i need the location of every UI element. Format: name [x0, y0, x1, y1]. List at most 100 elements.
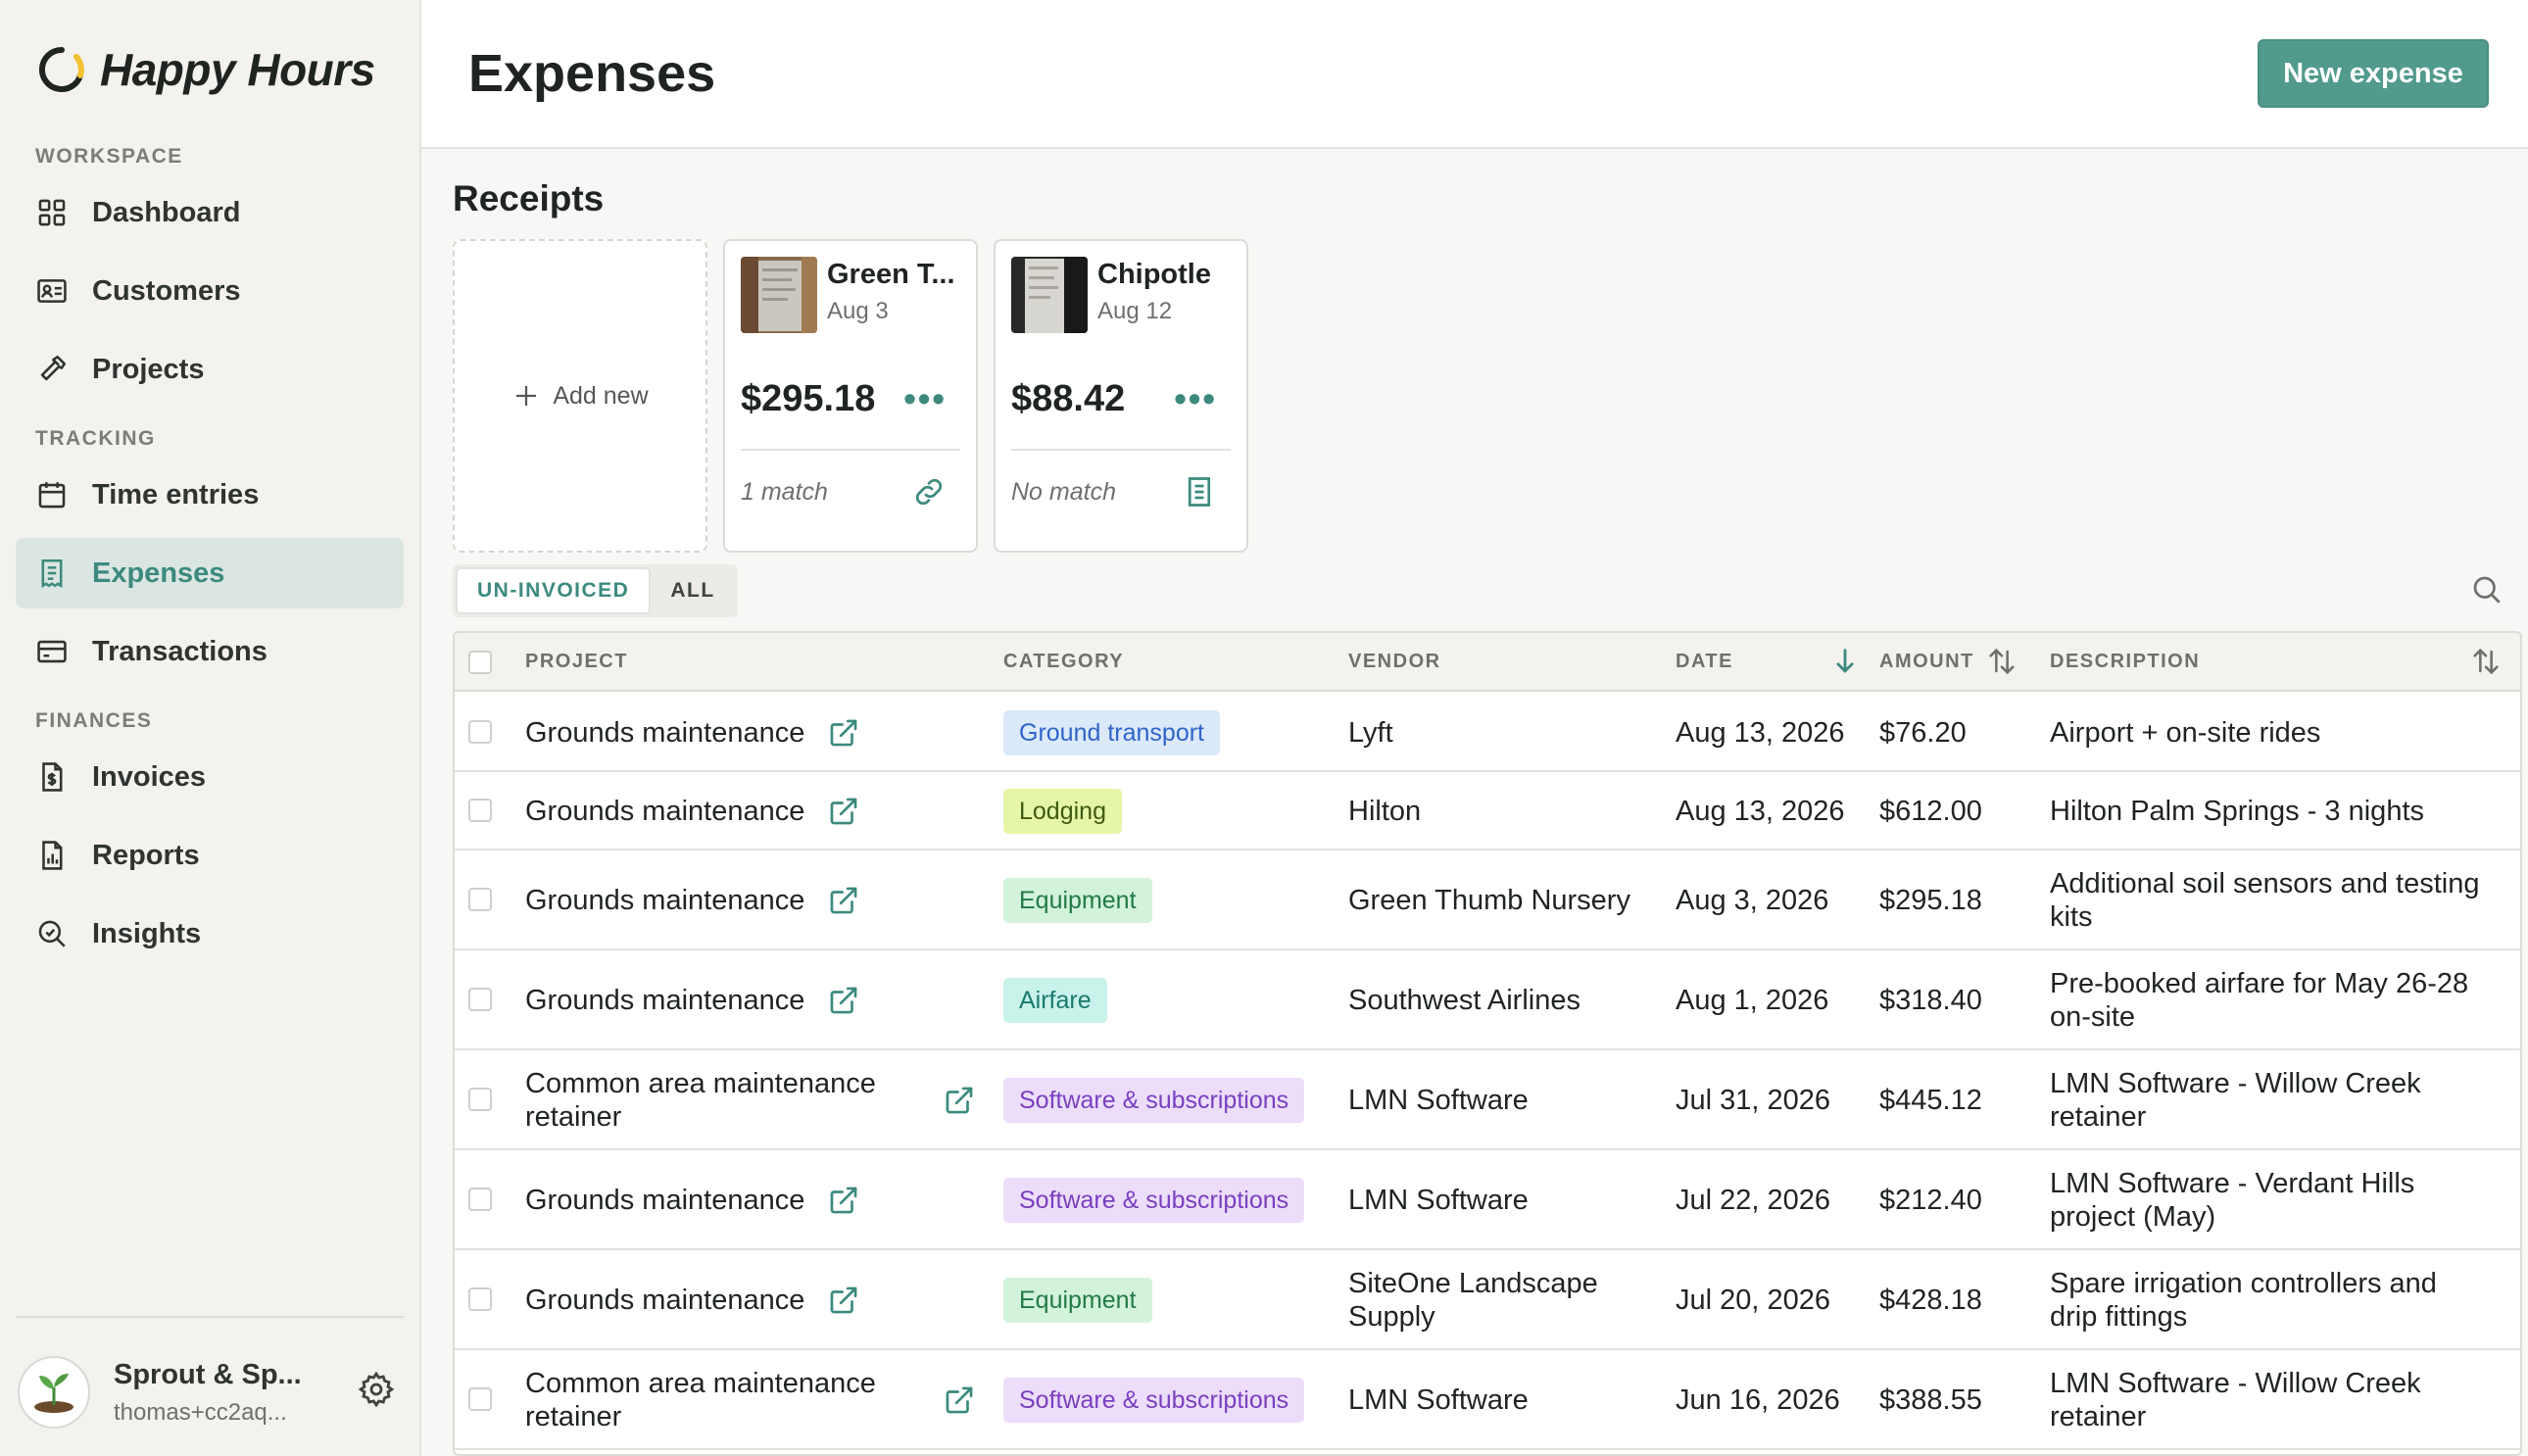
sidebar-item-transactions[interactable]: Transactions: [16, 616, 404, 687]
invoice-filter-tabs: UN-INVOICED ALL: [453, 564, 738, 617]
project-cell[interactable]: Grounds maintenance: [525, 795, 819, 828]
external-link-icon[interactable]: [827, 795, 860, 828]
receipt-amount: $88.42: [1011, 378, 1126, 419]
receipt-match-status: 1 match: [741, 478, 828, 506]
receipt-icon: [35, 557, 69, 590]
gear-icon[interactable]: [357, 1370, 396, 1409]
app-logo[interactable]: Happy Hours: [37, 43, 375, 96]
sort-toggle-icon[interactable]: [1985, 645, 2018, 678]
table-row[interactable]: Common area maintenance retainer Softwar…: [455, 1050, 2520, 1150]
link-icon[interactable]: [911, 474, 947, 510]
project-cell[interactable]: Grounds maintenance: [525, 1284, 819, 1317]
sidebar-item-label: Invoices: [92, 760, 207, 793]
tab-all[interactable]: ALL: [651, 567, 734, 614]
add-receipt-label: Add new: [553, 381, 649, 410]
table-row[interactable]: Grounds maintenance Equipment SiteOne La…: [455, 1250, 2520, 1350]
sidebar-item-dashboard[interactable]: Dashboard: [16, 177, 404, 248]
column-header-amount[interactable]: AMOUNT: [1879, 651, 1974, 673]
more-options-icon[interactable]: •••: [903, 378, 947, 419]
section-label-finances: FINANCES: [35, 709, 153, 732]
date-cell: Aug 3, 2026: [1676, 885, 1829, 916]
expenses-content: Receipts Add new Green T... Aug 3 $295.1…: [421, 149, 2528, 1456]
row-checkbox[interactable]: [468, 799, 492, 822]
row-checkbox[interactable]: [468, 720, 492, 744]
plus-icon: [516, 386, 537, 406]
sidebar-item-invoices[interactable]: Invoices: [16, 742, 404, 812]
external-link-icon[interactable]: [943, 1383, 976, 1417]
project-cell[interactable]: Common area maintenance retainer: [525, 1367, 937, 1433]
sidebar-item-expenses[interactable]: Expenses: [16, 538, 404, 608]
project-cell[interactable]: Grounds maintenance: [525, 716, 819, 750]
sprout-logo-icon: [34, 1374, 73, 1413]
description-cell: LMN Software - Willow Creek retainer: [2050, 1368, 2421, 1432]
receipt-amount: $295.18: [741, 378, 876, 419]
project-cell[interactable]: Grounds maintenance: [525, 884, 819, 917]
table-row[interactable]: Grounds maintenance Lodging Hilton Aug 1…: [455, 772, 2520, 850]
table-row[interactable]: Grounds maintenance Software & subscript…: [455, 1150, 2520, 1250]
sidebar-item-label: Expenses: [92, 557, 225, 589]
table-row[interactable]: Grounds maintenance Airfare Southwest Ai…: [455, 950, 2520, 1050]
sidebar-item-projects[interactable]: Projects: [16, 334, 404, 405]
sidebar-item-customers[interactable]: Customers: [16, 256, 404, 326]
category-badge: Lodging: [1003, 789, 1122, 834]
sidebar: Happy Hours WORKSPACE Dashboard Customer…: [0, 0, 421, 1456]
project-cell[interactable]: Grounds maintenance: [525, 984, 819, 1017]
row-checkbox[interactable]: [468, 1287, 492, 1311]
divider: [741, 449, 960, 451]
search-icon[interactable]: [2469, 572, 2504, 607]
category-badge: Ground transport: [1003, 710, 1220, 755]
row-checkbox[interactable]: [468, 988, 492, 1011]
external-link-icon[interactable]: [827, 984, 860, 1017]
table-row[interactable]: Grounds maintenance Ground transport Lyf…: [455, 694, 2520, 772]
receipt-card[interactable]: Chipotle Aug 12 $88.42 ••• No match: [994, 239, 1248, 553]
receipt-card[interactable]: Green T... Aug 3 $295.18 ••• 1 match: [723, 239, 978, 553]
more-options-icon[interactable]: •••: [1174, 378, 1217, 419]
row-checkbox[interactable]: [468, 1088, 492, 1111]
row-checkbox[interactable]: [468, 1387, 492, 1411]
category-badge: Equipment: [1003, 1278, 1152, 1323]
column-header-project[interactable]: PROJECT: [525, 651, 628, 673]
avatar: [18, 1356, 90, 1429]
report-icon: [35, 839, 69, 872]
column-header-vendor[interactable]: VENDOR: [1348, 651, 1441, 673]
sidebar-item-label: Dashboard: [92, 196, 241, 228]
select-all-checkbox[interactable]: [468, 651, 492, 674]
receipt-thumbnail: [741, 257, 817, 333]
column-header-date[interactable]: DATE: [1676, 651, 1733, 673]
description-cell: LMN Software - Verdant Hills project (Ma…: [2050, 1168, 2415, 1233]
external-link-icon[interactable]: [943, 1084, 976, 1117]
receipt-doc-icon[interactable]: [1182, 474, 1217, 510]
row-checkbox[interactable]: [468, 888, 492, 911]
table-row[interactable]: Grounds maintenance Equipment Green Thum…: [455, 850, 2520, 950]
receipt-date: Aug 3: [827, 298, 889, 324]
column-header-description[interactable]: DESCRIPTION: [2050, 651, 2200, 673]
sidebar-item-label: Projects: [92, 353, 205, 385]
table-row[interactable]: Common area maintenance retainer Softwar…: [455, 1350, 2520, 1450]
row-checkbox[interactable]: [468, 1188, 492, 1211]
sidebar-item-label: Time entries: [92, 478, 260, 510]
main-content: Expenses New expense Receipts Add new Gr…: [421, 0, 2528, 1456]
project-cell[interactable]: Common area maintenance retainer: [525, 1067, 937, 1134]
date-cell: Aug 13, 2026: [1676, 796, 1845, 827]
category-badge: Equipment: [1003, 878, 1152, 923]
external-link-icon[interactable]: [827, 1184, 860, 1217]
sort-descending-icon[interactable]: [1828, 645, 1862, 678]
sidebar-item-time-entries[interactable]: Time entries: [16, 460, 404, 530]
description-cell: Hilton Palm Springs - 3 nights: [2050, 796, 2424, 827]
column-header-category[interactable]: CATEGORY: [1003, 651, 1124, 673]
amount-cell: $445.12: [1879, 1085, 1982, 1116]
project-cell[interactable]: Grounds maintenance: [525, 1184, 819, 1217]
external-link-icon[interactable]: [827, 1284, 860, 1317]
sort-toggle-icon[interactable]: [2469, 645, 2503, 678]
date-cell: Jul 20, 2026: [1676, 1285, 1831, 1316]
sidebar-item-insights[interactable]: Insights: [16, 898, 404, 969]
external-link-icon[interactable]: [827, 716, 860, 750]
new-expense-button[interactable]: New expense: [2258, 39, 2489, 108]
sidebar-item-label: Insights: [92, 917, 202, 949]
external-link-icon[interactable]: [827, 884, 860, 917]
sidebar-item-reports[interactable]: Reports: [16, 820, 404, 891]
account-switcher[interactable]: Sprout & Sp... thomas+cc2aq...: [18, 1348, 410, 1436]
tab-un-invoiced[interactable]: UN-INVOICED: [456, 567, 652, 614]
add-receipt-card[interactable]: Add new: [453, 239, 707, 553]
vendor-cell: LMN Software: [1348, 1384, 1529, 1416]
